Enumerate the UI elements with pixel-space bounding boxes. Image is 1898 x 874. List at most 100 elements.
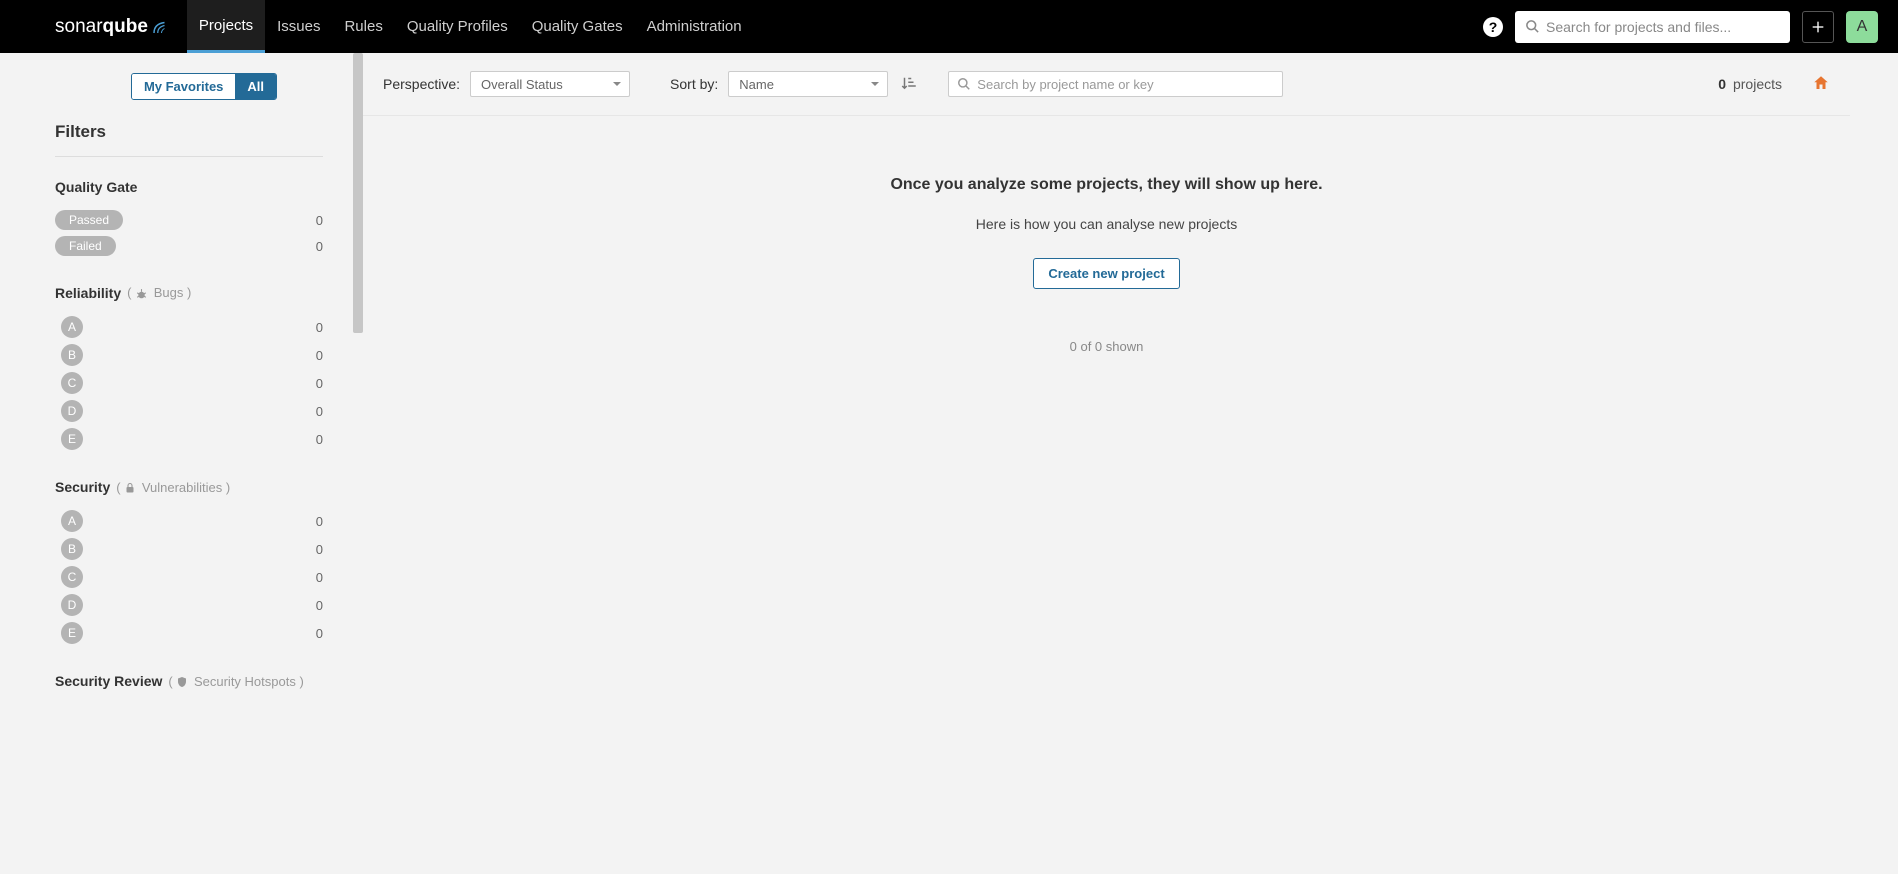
- user-avatar[interactable]: A: [1846, 11, 1878, 43]
- rating-count: 0: [316, 376, 323, 391]
- nav-rules[interactable]: Rules: [332, 0, 394, 53]
- count-failed: 0: [316, 239, 323, 254]
- rating-count: 0: [316, 320, 323, 335]
- header-right: ? A: [1483, 11, 1878, 43]
- rating-badge: A: [61, 510, 83, 532]
- rating-count: 0: [316, 404, 323, 419]
- pill-failed: Failed: [55, 236, 116, 256]
- count-passed: 0: [316, 213, 323, 228]
- logo-text-2: qube: [103, 16, 148, 38]
- facet-reliability-label: Reliability: [55, 285, 121, 301]
- help-icon[interactable]: ?: [1483, 17, 1503, 37]
- nav-administration[interactable]: Administration: [635, 0, 754, 53]
- rating-count: 0: [316, 542, 323, 557]
- create-new-project-button[interactable]: Create new project: [1033, 258, 1179, 289]
- logo-wave-icon: [151, 18, 169, 36]
- projects-count-word: projects: [1733, 76, 1782, 92]
- favorites-toggle: My Favorites All: [131, 73, 277, 100]
- facet-qg-passed[interactable]: Passed 0: [55, 207, 323, 233]
- nav-quality-gates[interactable]: Quality Gates: [520, 0, 635, 53]
- global-search-input[interactable]: [1546, 19, 1780, 35]
- rating-count: 0: [316, 432, 323, 447]
- security-b[interactable]: B0: [55, 535, 323, 563]
- rating-count: 0: [316, 598, 323, 613]
- reliability-a[interactable]: A0: [55, 313, 323, 341]
- facet-security-review-sub: ( Security Hotspots ): [168, 674, 303, 689]
- sort-label: Sort by:: [670, 76, 718, 92]
- rating-count: 0: [316, 626, 323, 641]
- sonarqube-logo[interactable]: sonarqube: [55, 16, 169, 38]
- toggle-my-favorites[interactable]: My Favorites: [132, 74, 235, 99]
- facet-security-review-label: Security Review: [55, 673, 162, 689]
- reliability-b[interactable]: B0: [55, 341, 323, 369]
- sidebar: My Favorites All Filters Quality Gate Pa…: [0, 53, 363, 874]
- facet-quality-gate-title: Quality Gate: [55, 179, 323, 195]
- rating-count: 0: [316, 570, 323, 585]
- rating-badge: D: [61, 594, 83, 616]
- rating-badge: B: [61, 344, 83, 366]
- rating-count: 0: [316, 514, 323, 529]
- facet-reliability-title: Reliability ( Bugs ): [55, 285, 323, 301]
- rating-badge: E: [61, 428, 83, 450]
- plus-icon: [1810, 19, 1826, 35]
- shown-count: 0 of 0 shown: [383, 339, 1830, 354]
- global-search[interactable]: [1515, 11, 1790, 43]
- pill-passed: Passed: [55, 210, 123, 230]
- empty-state: Once you analyze some projects, they wil…: [363, 116, 1850, 374]
- security-a[interactable]: A0: [55, 507, 323, 535]
- primary-nav: Projects Issues Rules Quality Profiles Q…: [187, 0, 754, 53]
- content: My Favorites All Filters Quality Gate Pa…: [0, 53, 1898, 874]
- perspective-value: Overall Status: [481, 77, 563, 92]
- rating-count: 0: [316, 348, 323, 363]
- facet-security-title: Security ( Vulnerabilities ): [55, 479, 323, 495]
- sort-select[interactable]: Name: [728, 71, 888, 97]
- bug-icon: [135, 288, 148, 301]
- logo-text-1: sonar: [55, 16, 103, 38]
- home-icon: [1812, 74, 1830, 92]
- projects-count-number: 0: [1718, 76, 1726, 92]
- perspective-label: Perspective:: [383, 76, 460, 92]
- nav-issues[interactable]: Issues: [265, 0, 332, 53]
- security-e[interactable]: E0: [55, 619, 323, 647]
- search-icon: [1525, 19, 1540, 34]
- project-search[interactable]: [948, 71, 1283, 97]
- sort-direction-button[interactable]: [900, 74, 918, 95]
- empty-heading: Once you analyze some projects, they wil…: [383, 176, 1830, 194]
- projects-count: 0 projects: [1718, 76, 1782, 92]
- facet-security-review-title: Security Review ( Security Hotspots ): [55, 673, 323, 689]
- facet-security: Security ( Vulnerabilities ) A0 B0 C0 D0…: [55, 479, 323, 647]
- lock-icon: [124, 482, 136, 494]
- projects-toolbar: Perspective: Overall Status Sort by: Nam…: [363, 53, 1850, 116]
- facet-security-review: Security Review ( Security Hotspots ): [55, 673, 323, 689]
- main: Perspective: Overall Status Sort by: Nam…: [363, 53, 1850, 874]
- reliability-e[interactable]: E0: [55, 425, 323, 453]
- sort-value: Name: [739, 77, 774, 92]
- facet-quality-gate: Quality Gate Passed 0 Failed 0: [55, 179, 323, 259]
- rating-badge: E: [61, 622, 83, 644]
- search-icon: [957, 77, 971, 91]
- security-d[interactable]: D0: [55, 591, 323, 619]
- perspective-select[interactable]: Overall Status: [470, 71, 630, 97]
- shield-icon: [176, 676, 188, 688]
- facet-reliability: Reliability ( Bugs ) A0 B0 C0 D0 E0: [55, 285, 323, 453]
- reliability-c[interactable]: C0: [55, 369, 323, 397]
- reliability-d[interactable]: D0: [55, 397, 323, 425]
- nav-quality-profiles[interactable]: Quality Profiles: [395, 0, 520, 53]
- set-home-button[interactable]: [1812, 74, 1830, 95]
- empty-subtext: Here is how you can analyse new projects: [383, 216, 1830, 232]
- facet-reliability-sub: ( Bugs ): [127, 285, 191, 300]
- facet-qg-failed[interactable]: Failed 0: [55, 233, 323, 259]
- sort-asc-icon: [900, 74, 918, 92]
- filters-heading: Filters: [55, 122, 323, 157]
- facet-security-sub: ( Vulnerabilities ): [116, 480, 230, 495]
- nav-projects[interactable]: Projects: [187, 0, 265, 53]
- rating-badge: A: [61, 316, 83, 338]
- rating-badge: C: [61, 566, 83, 588]
- facet-security-label: Security: [55, 479, 110, 495]
- rating-badge: D: [61, 400, 83, 422]
- security-c[interactable]: C0: [55, 563, 323, 591]
- create-button[interactable]: [1802, 11, 1834, 43]
- rating-badge: C: [61, 372, 83, 394]
- toggle-all[interactable]: All: [235, 74, 276, 99]
- project-search-input[interactable]: [977, 77, 1274, 92]
